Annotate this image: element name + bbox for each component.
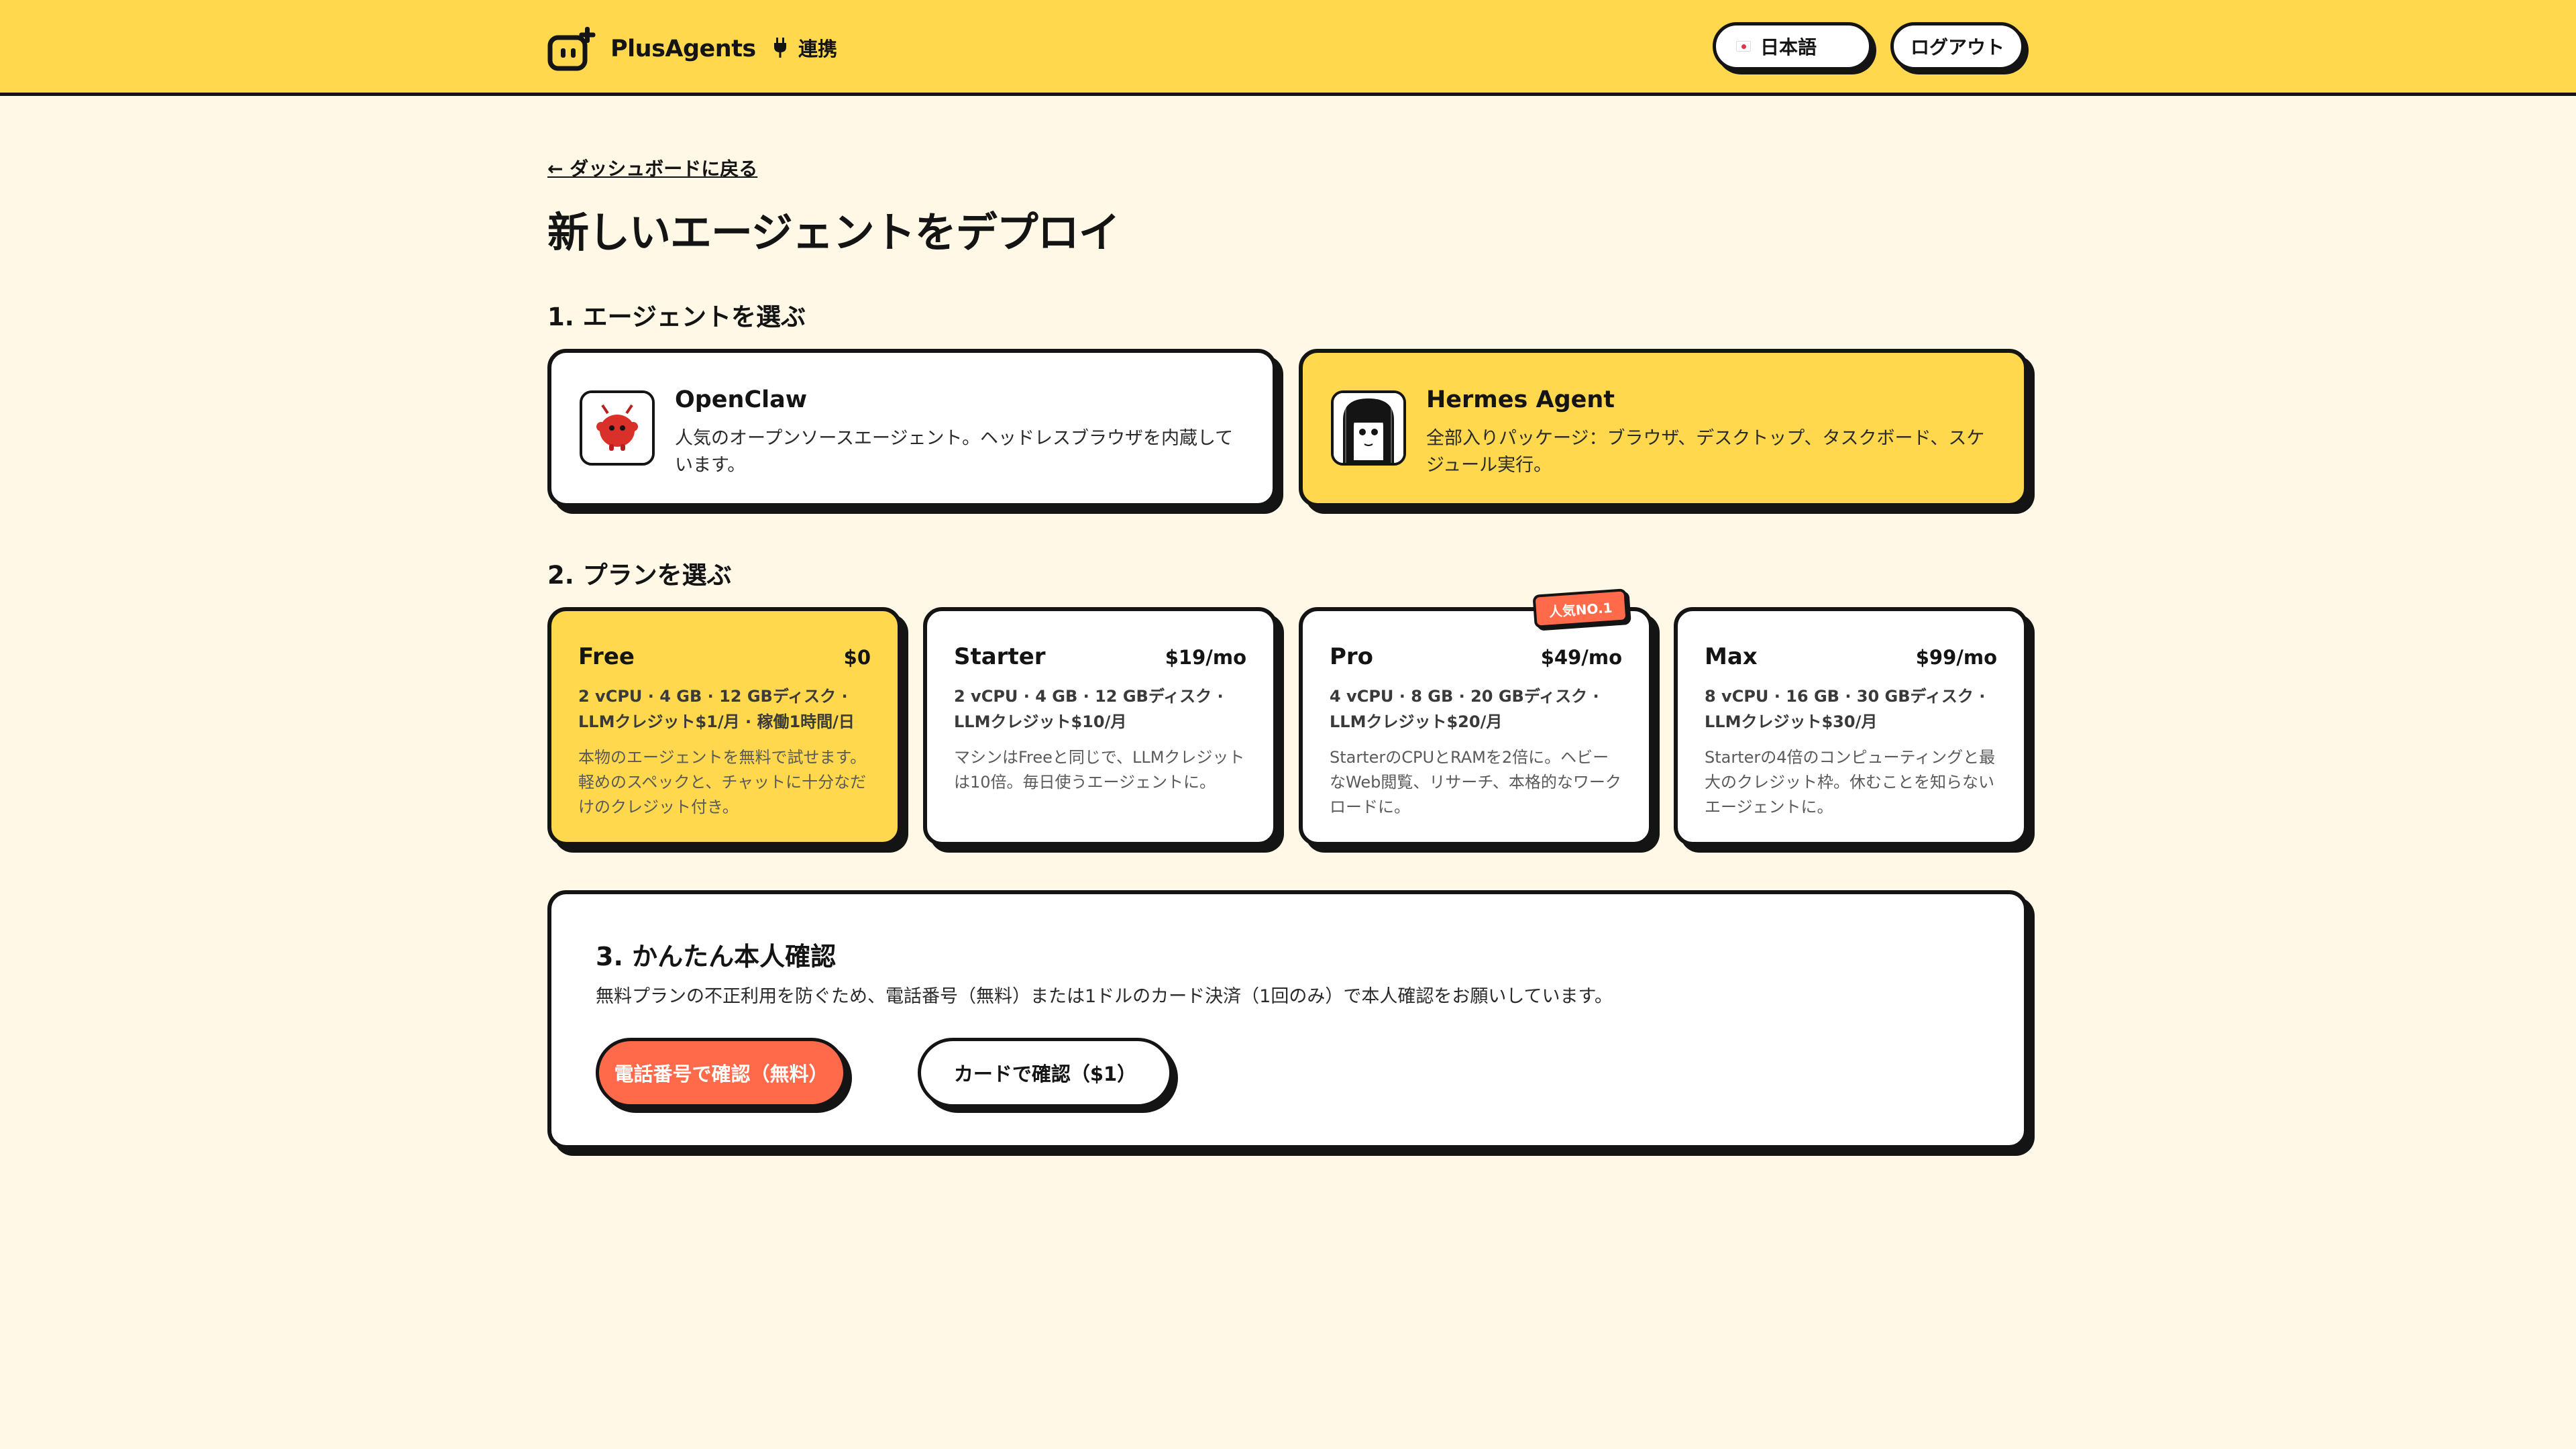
plan-spec: 2 vCPU · 4 GB · 12 GBディスク · LLMクレジット$10/… [954,687,1224,731]
plan-card-free[interactable]: Free $0 2 vCPU · 4 GB · 12 GBディスク · LLMク… [547,607,902,846]
verification-description: 無料プランの不正利用を防ぐため、電話番号（無料）または1ドルのカード決済（1回の… [596,986,1613,1007]
plan-card-starter[interactable]: Starter $19/mo 2 vCPU · 4 GB · 12 GBディスク… [923,607,1277,846]
language-selector[interactable]: 日本語 [1713,22,1872,70]
agent-card-hermes[interactable]: Hermes Agent 全部入りパッケージ：ブラウザ、デスクトップ、タスクボー… [1299,349,2028,507]
agent-description: 人気のオープンソースエージェント。ヘッドレスブラウザを内蔵しています。 [675,428,1234,476]
step2-title: 2. プランを選ぶ [547,561,732,590]
plan-name: Free [578,643,635,670]
plan-description: StarterのCPUとRAMを2倍に。ヘビーなWeb閲覧、リサーチ、本格的なワ… [1330,748,1621,816]
popular-badge: 人気NO.1 [1532,588,1629,629]
step1-title: 1. エージェントを選ぶ [547,303,806,331]
agent-name: Hermes Agent [1426,386,1615,413]
plan-name: Starter [954,643,1046,670]
plan-price: $0 [843,646,871,669]
plan-spec: 8 vCPU · 16 GB · 30 GBディスク · LLMクレジット$30… [1705,687,1986,731]
verification-card: 3. かんたん本人確認 無料プランの不正利用を防ぐため、電話番号（無料）または1… [547,890,2028,1149]
verify-phone-button[interactable]: 電話番号で確認（無料） [596,1038,847,1108]
plan-name: Max [1705,643,1758,670]
robot-plus-icon [547,25,596,72]
page-title: 新しいエージェントをデプロイ [547,208,1120,257]
plan-spec: 2 vCPU · 4 GB · 12 GBディスク · LLMクレジット$1/月… [578,687,855,731]
plan-price: $49/mo [1540,646,1622,669]
nav-integrations[interactable]: 連携 [773,34,837,62]
verify-card-button[interactable]: カードで確認（$1） [918,1038,1173,1108]
plan-description: 本物のエージェントを無料で試せます。軽めのスペックと、チャットに十分なだけのクレ… [578,748,867,816]
back-to-dashboard-link[interactable]: ← ダッシュボードに戻る [547,154,757,181]
plug-icon [774,38,786,58]
brand[interactable]: PlusAgents [547,25,756,72]
japan-flag-icon [1736,41,1751,52]
plan-description: Starterの4倍のコンピューティングと最大のクレジット枠。休むことを知らない… [1705,748,1996,816]
agent-name: OpenClaw [675,386,808,413]
nav-integrations-label: 連携 [798,38,838,60]
step3-title: 3. かんたん本人確認 [596,942,837,971]
logout-button[interactable]: ログアウト [1890,22,2025,70]
language-label: 日本語 [1760,36,1817,58]
openclaw-avatar-icon [580,390,655,466]
agent-card-openclaw[interactable]: OpenClaw 人気のオープンソースエージェント。ヘッドレスブラウザを内蔵して… [547,349,1277,507]
plan-price: $99/mo [1915,646,1997,669]
plan-description: マシンはFreeと同じで、LLMクレジットは10倍。毎日使うエージェントに。 [954,748,1245,792]
plan-card-pro[interactable]: Pro $49/mo 4 vCPU · 8 GB · 20 GBディスク · L… [1299,607,1653,846]
hermes-avatar-icon [1331,390,1406,466]
agent-description: 全部入りパッケージ：ブラウザ、デスクトップ、タスクボード、スケジュール実行。 [1426,428,1985,476]
plan-spec: 4 vCPU · 8 GB · 20 GBディスク · LLMクレジット$20/… [1330,687,1599,731]
brand-name: PlusAgents [610,36,756,62]
plan-price: $19/mo [1165,646,1246,669]
plan-name: Pro [1330,643,1374,670]
top-bar: PlusAgents 連携 日本語 ログアウト [0,0,2576,96]
plan-card-max[interactable]: Max $99/mo 8 vCPU · 16 GB · 30 GBディスク · … [1674,607,2028,846]
